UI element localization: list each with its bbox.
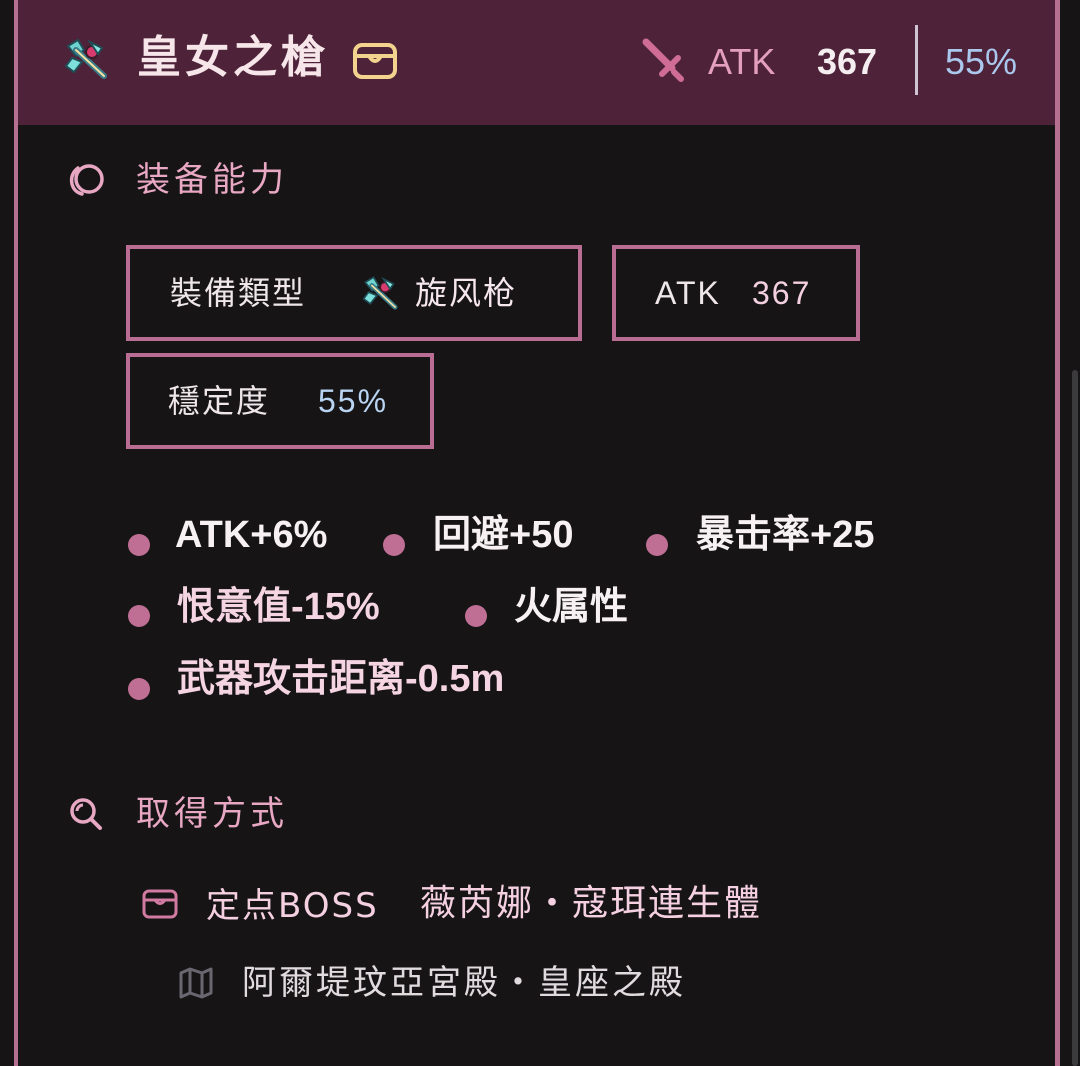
chest-icon <box>142 889 178 919</box>
panel-left-border <box>0 0 18 1066</box>
scrollbar[interactable] <box>1072 370 1078 1066</box>
header-stability-value: 55% <box>945 41 1018 82</box>
header-atk-value: 367 <box>817 41 878 82</box>
chest-icon[interactable] <box>352 42 398 80</box>
obtain-section-title: 取得方式 <box>136 794 288 834</box>
atk-value: 367 <box>752 275 812 311</box>
stat-item: 暴击率+25 <box>696 514 875 556</box>
atk-label: ATK <box>655 275 721 311</box>
panel-right-border <box>1055 0 1060 1066</box>
header-atk-label: ATK <box>708 41 776 82</box>
bullet-dot <box>465 605 487 627</box>
source-prefix: 定点BOSS <box>206 886 379 926</box>
swirl-icon <box>69 164 104 196</box>
ability-section-title: 装备能力 <box>136 160 288 200</box>
bullet-dot <box>128 605 150 627</box>
stat-item: 武器攻击距离-0.5m <box>177 658 505 700</box>
stat-item: 火属性 <box>514 586 629 628</box>
bullet-dot <box>383 534 405 556</box>
equip-type-label: 裝備類型 <box>170 274 307 312</box>
bullet-dot <box>128 534 150 556</box>
source-boss-name[interactable]: 薇芮娜・寇珥連生體 <box>420 882 762 926</box>
sword-icon <box>642 38 684 82</box>
stat-item: 回避+50 <box>433 514 574 556</box>
stat-item: 恨意值-15% <box>177 586 380 628</box>
stability-label: 穩定度 <box>168 382 271 420</box>
search-icon <box>70 798 102 830</box>
atk-box <box>612 245 860 341</box>
halberd-icon <box>64 38 107 79</box>
bullet-dot <box>646 534 668 556</box>
bullet-dot <box>128 678 150 700</box>
stat-item: ATK+6% <box>175 514 328 556</box>
weapon-title: 皇女之槍 <box>137 32 329 83</box>
stability-value: 55% <box>318 383 389 419</box>
map-icon <box>179 967 213 999</box>
equip-type-value: 旋风枪 <box>415 274 518 312</box>
halberd-icon <box>362 276 398 310</box>
header-divider <box>915 25 918 95</box>
source-location[interactable]: 阿爾堤玟亞宮殿・皇座之殿 <box>242 962 686 1004</box>
